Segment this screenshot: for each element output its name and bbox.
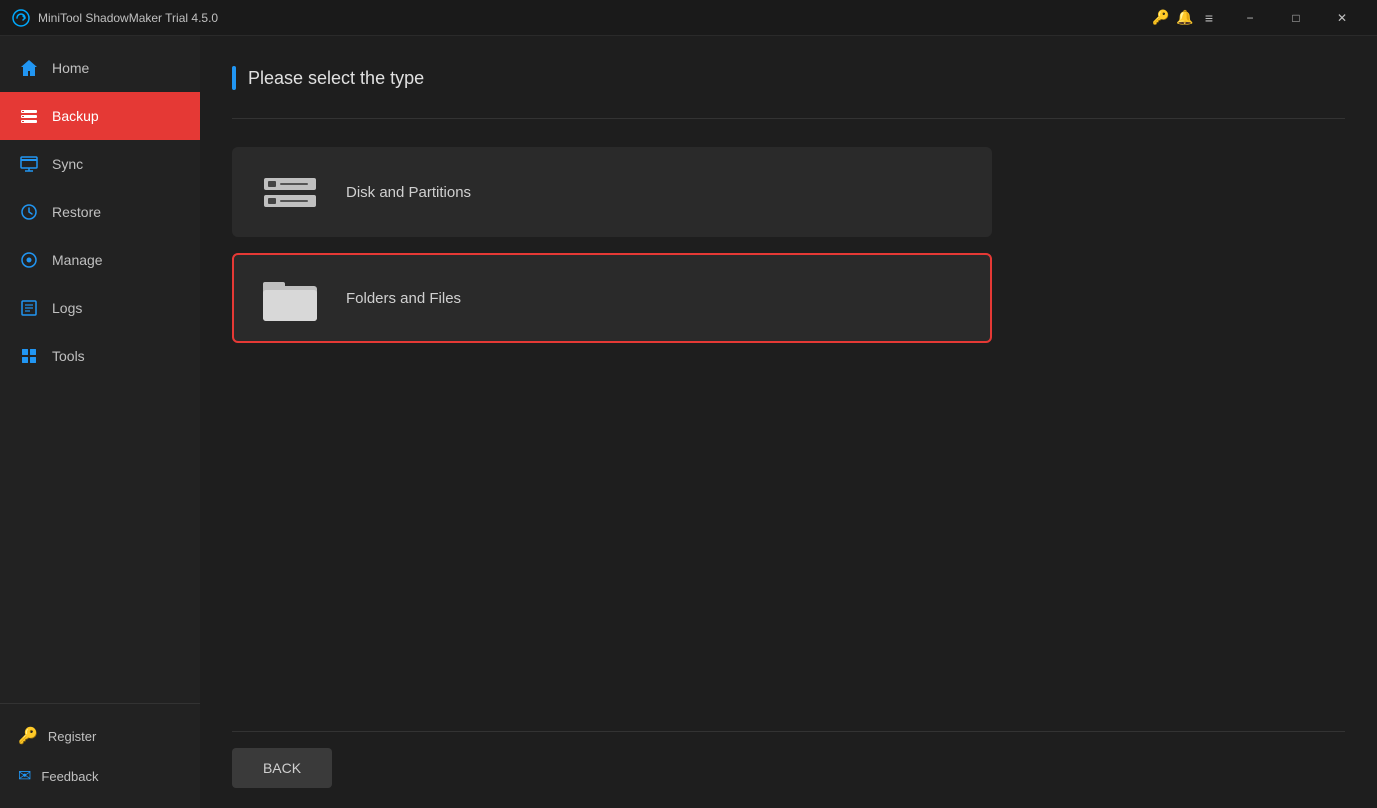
sidebar-bottom: 🔑 Register ✉ Feedback bbox=[0, 703, 200, 808]
menu-title-icon[interactable]: ≡ bbox=[1199, 8, 1219, 28]
type-cards-container: Disk and Partitions Folders and Files bbox=[232, 147, 992, 343]
sidebar-item-label-sync: Sync bbox=[52, 156, 83, 172]
app-layout: Home Backup bbox=[0, 36, 1377, 808]
disk-icon bbox=[258, 160, 322, 224]
bottom-bar: BACK bbox=[232, 731, 1345, 788]
section-title: Please select the type bbox=[248, 68, 424, 89]
sidebar-register-label: Register bbox=[48, 729, 96, 744]
backup-icon bbox=[18, 105, 40, 127]
sidebar-item-tools[interactable]: Tools bbox=[0, 332, 200, 380]
manage-icon bbox=[18, 249, 40, 271]
disk-bar-line-1 bbox=[280, 183, 308, 185]
sync-icon bbox=[18, 153, 40, 175]
bell-title-icon[interactable]: 🔔 bbox=[1175, 8, 1195, 28]
sidebar-item-label-tools: Tools bbox=[52, 348, 85, 364]
sidebar-item-manage[interactable]: Manage bbox=[0, 236, 200, 284]
titlebar: MiniTool ShadowMaker Trial 4.5.0 🔑 🔔 ≡ −… bbox=[0, 0, 1377, 36]
key-title-icon[interactable]: 🔑 bbox=[1151, 8, 1171, 28]
disk-partitions-card[interactable]: Disk and Partitions bbox=[232, 147, 992, 237]
mail-icon: ✉ bbox=[18, 766, 31, 786]
sidebar-nav: Home Backup bbox=[0, 44, 200, 703]
sidebar-item-label-logs: Logs bbox=[52, 300, 82, 316]
sidebar-item-home[interactable]: Home bbox=[0, 44, 200, 92]
section-divider bbox=[232, 118, 1345, 119]
disk-partitions-label: Disk and Partitions bbox=[346, 184, 471, 201]
minimize-button[interactable]: − bbox=[1227, 0, 1273, 36]
tools-icon bbox=[18, 345, 40, 367]
folders-files-label: Folders and Files bbox=[346, 290, 461, 307]
disk-bar-1 bbox=[264, 178, 316, 190]
home-icon bbox=[18, 57, 40, 79]
section-title-bar bbox=[232, 66, 236, 90]
logs-icon bbox=[18, 297, 40, 319]
sidebar-item-feedback[interactable]: ✉ Feedback bbox=[0, 756, 200, 796]
sidebar-item-sync[interactable]: Sync bbox=[0, 140, 200, 188]
restore-icon bbox=[18, 201, 40, 223]
sidebar-item-label-backup: Backup bbox=[52, 108, 99, 124]
sidebar-item-backup[interactable]: Backup bbox=[0, 92, 200, 140]
disk-bar-2 bbox=[264, 195, 316, 207]
sidebar-feedback-label: Feedback bbox=[41, 769, 98, 784]
app-logo-icon bbox=[12, 9, 30, 27]
back-button[interactable]: BACK bbox=[232, 748, 332, 788]
main-content: Please select the type Disk and Partiti bbox=[200, 36, 1377, 808]
section-title-row: Please select the type bbox=[232, 66, 1345, 90]
sidebar-item-label-home: Home bbox=[52, 60, 89, 76]
close-button[interactable]: ✕ bbox=[1319, 0, 1365, 36]
sidebar-item-logs[interactable]: Logs bbox=[0, 284, 200, 332]
folders-files-card[interactable]: Folders and Files bbox=[232, 253, 992, 343]
sidebar-item-register[interactable]: 🔑 Register bbox=[0, 716, 200, 756]
sidebar: Home Backup bbox=[0, 36, 200, 808]
sidebar-item-label-manage: Manage bbox=[52, 252, 103, 268]
disk-icon-wrap bbox=[264, 178, 316, 207]
folder-icon bbox=[258, 266, 322, 330]
app-title: MiniTool ShadowMaker Trial 4.5.0 bbox=[38, 11, 1151, 25]
key-icon: 🔑 bbox=[18, 726, 38, 746]
maximize-button[interactable]: □ bbox=[1273, 0, 1319, 36]
disk-bar-line-2 bbox=[280, 200, 308, 202]
sidebar-item-restore[interactable]: Restore bbox=[0, 188, 200, 236]
sidebar-item-label-restore: Restore bbox=[52, 204, 101, 220]
